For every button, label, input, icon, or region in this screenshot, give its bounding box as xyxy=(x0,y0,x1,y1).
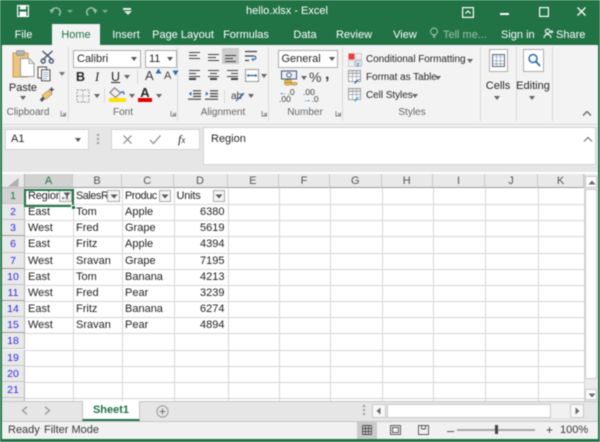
svg-text:z: z xyxy=(357,61,360,66)
